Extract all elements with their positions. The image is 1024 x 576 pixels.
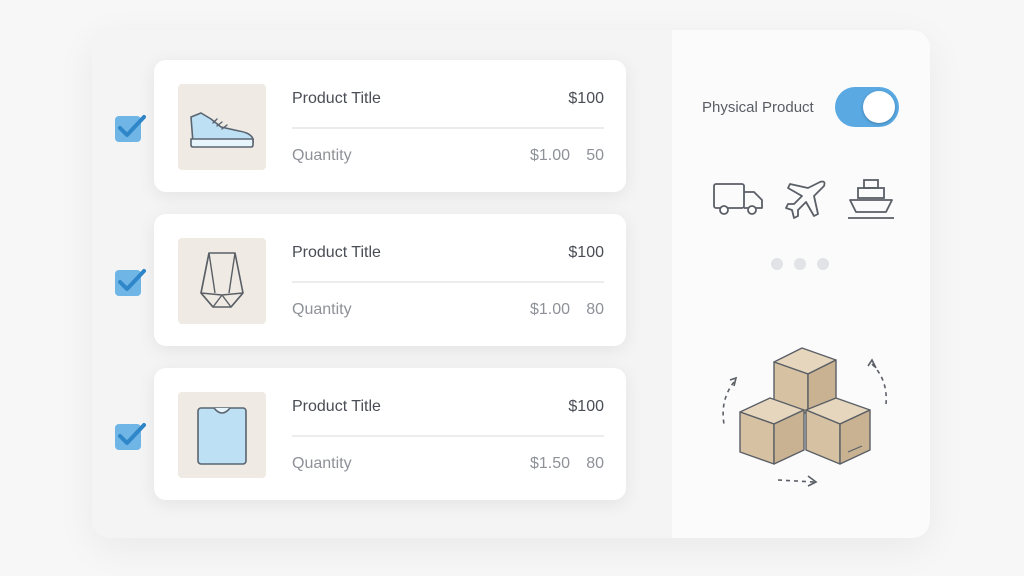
unit-price: $1.50 bbox=[529, 455, 570, 472]
product-title: Product Title bbox=[292, 398, 381, 415]
product-2-checkbox[interactable] bbox=[114, 265, 146, 297]
quantity-value[interactable]: 80 bbox=[586, 455, 604, 473]
unit-price: $1.00 bbox=[529, 301, 570, 318]
product-card-2[interactable]: Product Title $100 Quantity $1.00 80 bbox=[154, 214, 626, 346]
tshirt-icon bbox=[197, 407, 247, 465]
product-card-3[interactable]: Product Title $100 Quantity $1.50 80 bbox=[154, 368, 626, 500]
geometric-bag-icon bbox=[200, 252, 244, 308]
airplane-icon[interactable] bbox=[784, 178, 828, 222]
product-title: Product Title bbox=[292, 244, 381, 261]
product-title: Product Title bbox=[292, 90, 381, 107]
physical-product-label: Physical Product bbox=[702, 99, 814, 116]
product-card-1[interactable]: Product Title $100 Quantity $1.00 50 bbox=[154, 60, 626, 192]
quantity-value[interactable]: 80 bbox=[586, 301, 604, 319]
product-price: $100 bbox=[568, 244, 604, 261]
product-thumbnail bbox=[178, 84, 266, 170]
divider bbox=[292, 281, 604, 283]
quantity-value[interactable]: 50 bbox=[586, 147, 604, 165]
product-thumbnail bbox=[178, 392, 266, 478]
toggle-knob bbox=[863, 91, 895, 123]
unit-price: $1.00 bbox=[529, 147, 570, 164]
divider bbox=[292, 127, 604, 129]
truck-icon[interactable] bbox=[712, 180, 764, 218]
quantity-label: Quantity bbox=[292, 455, 352, 472]
shipping-boxes-icon bbox=[722, 347, 888, 487]
product-price: $100 bbox=[568, 90, 604, 107]
divider bbox=[292, 435, 604, 437]
quantity-label: Quantity bbox=[292, 301, 352, 318]
product-thumbnail bbox=[178, 238, 266, 324]
product-price: $100 bbox=[568, 398, 604, 415]
product-1-checkbox[interactable] bbox=[114, 111, 146, 143]
pagination-dot[interactable] bbox=[771, 258, 783, 270]
physical-product-toggle[interactable] bbox=[835, 87, 899, 127]
pagination-dot[interactable] bbox=[794, 258, 806, 270]
sneaker-icon bbox=[190, 112, 254, 148]
quantity-label: Quantity bbox=[292, 147, 352, 164]
pagination-dot[interactable] bbox=[817, 258, 829, 270]
ship-icon[interactable] bbox=[846, 176, 896, 222]
product-3-checkbox[interactable] bbox=[114, 419, 146, 451]
